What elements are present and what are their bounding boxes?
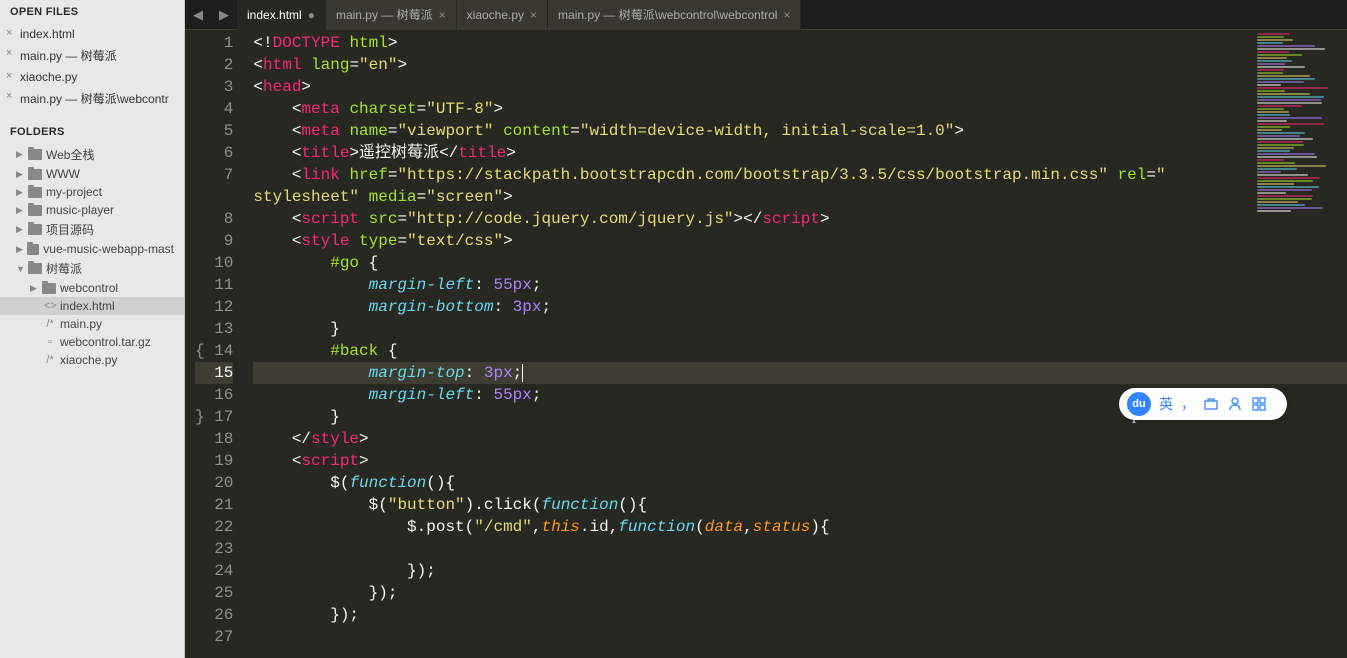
grid-icon[interactable] [1251, 396, 1267, 412]
folder-item[interactable]: ▶WWW [0, 165, 184, 183]
folder-icon [28, 169, 42, 180]
close-icon[interactable]: × [439, 8, 446, 22]
folder-icon [27, 244, 39, 255]
folder-icon [28, 149, 42, 160]
file-item[interactable]: /*xiaoche.py [0, 351, 184, 369]
chevron-right-icon: ▶ [16, 187, 24, 198]
folder-item[interactable]: ▶vue-music-webapp-mast [0, 240, 184, 258]
file-item[interactable]: /*main.py [0, 315, 184, 333]
py-file-icon: /* [44, 318, 56, 330]
tab-bar: ◀ ▶ index.html● main.py — 树莓派× xiaoche.p… [185, 0, 1347, 30]
nav-forward-button[interactable]: ▶ [211, 7, 237, 23]
folder-item[interactable]: ▶项目源码 [0, 219, 184, 240]
folder-icon [42, 283, 56, 294]
editor-area: ◀ ▶ index.html● main.py — 树莓派× xiaoche.p… [185, 0, 1347, 658]
code-editor[interactable]: 12345678910111213{ 141516} 1718192021222… [185, 30, 1347, 658]
ime-toolbar[interactable]: du 英 ， [1119, 388, 1287, 420]
ime-lang-button[interactable]: 英 [1159, 394, 1173, 414]
open-file-item[interactable]: ×main.py — 树莓派 [0, 44, 184, 67]
chevron-right-icon: ▶ [30, 283, 38, 294]
person-icon[interactable] [1227, 396, 1243, 412]
dirty-icon[interactable]: ● [308, 8, 315, 22]
folder-item[interactable]: ▶music-player [0, 201, 184, 219]
folder-icon [28, 224, 42, 235]
folder-item[interactable]: ▼树莓派 [0, 258, 184, 279]
close-icon[interactable]: × [6, 27, 12, 39]
tab-xiaoche[interactable]: xiaoche.py× [457, 0, 548, 30]
chevron-right-icon: ▶ [16, 169, 24, 180]
toolbox-icon[interactable] [1203, 396, 1219, 412]
html-file-icon: <> [44, 300, 56, 312]
chevron-right-icon: ▶ [16, 149, 24, 160]
chevron-right-icon: ▶ [16, 244, 23, 255]
close-icon[interactable]: × [530, 8, 537, 22]
archive-file-icon: ▫ [44, 336, 56, 348]
tab-index[interactable]: index.html● [237, 0, 326, 30]
folders-header: FOLDERS [0, 120, 184, 144]
folder-icon [28, 263, 42, 274]
nav-back-button[interactable]: ◀ [185, 7, 211, 23]
chevron-right-icon: ▶ [16, 224, 24, 235]
minimap[interactable] [1255, 32, 1345, 172]
close-icon[interactable]: × [6, 70, 12, 82]
tab-main-py-2[interactable]: main.py — 树莓派\webcontrol\webcontrol× [548, 0, 801, 30]
ime-punct-button[interactable]: ， [1181, 394, 1195, 414]
open-files-header: OPEN FILES [0, 0, 184, 24]
sidebar: OPEN FILES ×index.html ×main.py — 树莓派 ×x… [0, 0, 185, 658]
line-gutter: 12345678910111213{ 141516} 1718192021222… [185, 30, 247, 658]
open-files-list: ×index.html ×main.py — 树莓派 ×xiaoche.py ×… [0, 24, 184, 110]
close-icon[interactable]: × [6, 90, 12, 102]
open-file-item[interactable]: ×index.html [0, 24, 184, 44]
folder-item[interactable]: ▶webcontrol [0, 279, 184, 297]
open-file-item[interactable]: ×xiaoche.py [0, 67, 184, 87]
chevron-right-icon: ▶ [16, 205, 24, 216]
close-icon[interactable]: × [783, 8, 790, 22]
folder-icon [28, 205, 42, 216]
tab-main-py-1[interactable]: main.py — 树莓派× [326, 0, 457, 30]
baidu-ime-logo-icon[interactable]: du [1127, 392, 1151, 416]
code-content[interactable]: <!DOCTYPE html><html lang="en"><head> <m… [247, 30, 1347, 658]
close-icon[interactable]: × [6, 47, 12, 59]
chevron-down-icon: ▼ [16, 264, 24, 274]
folders-section: FOLDERS ▶Web全栈 ▶WWW ▶my-project ▶music-p… [0, 120, 184, 369]
py-file-icon: /* [44, 354, 56, 366]
folder-icon [28, 187, 42, 198]
open-file-item[interactable]: ×main.py — 树莓派\webcontr [0, 87, 184, 110]
file-item[interactable]: ▫webcontrol.tar.gz [0, 333, 184, 351]
file-item-index[interactable]: <>index.html [0, 297, 184, 315]
folder-item[interactable]: ▶my-project [0, 183, 184, 201]
folder-item[interactable]: ▶Web全栈 [0, 144, 184, 165]
